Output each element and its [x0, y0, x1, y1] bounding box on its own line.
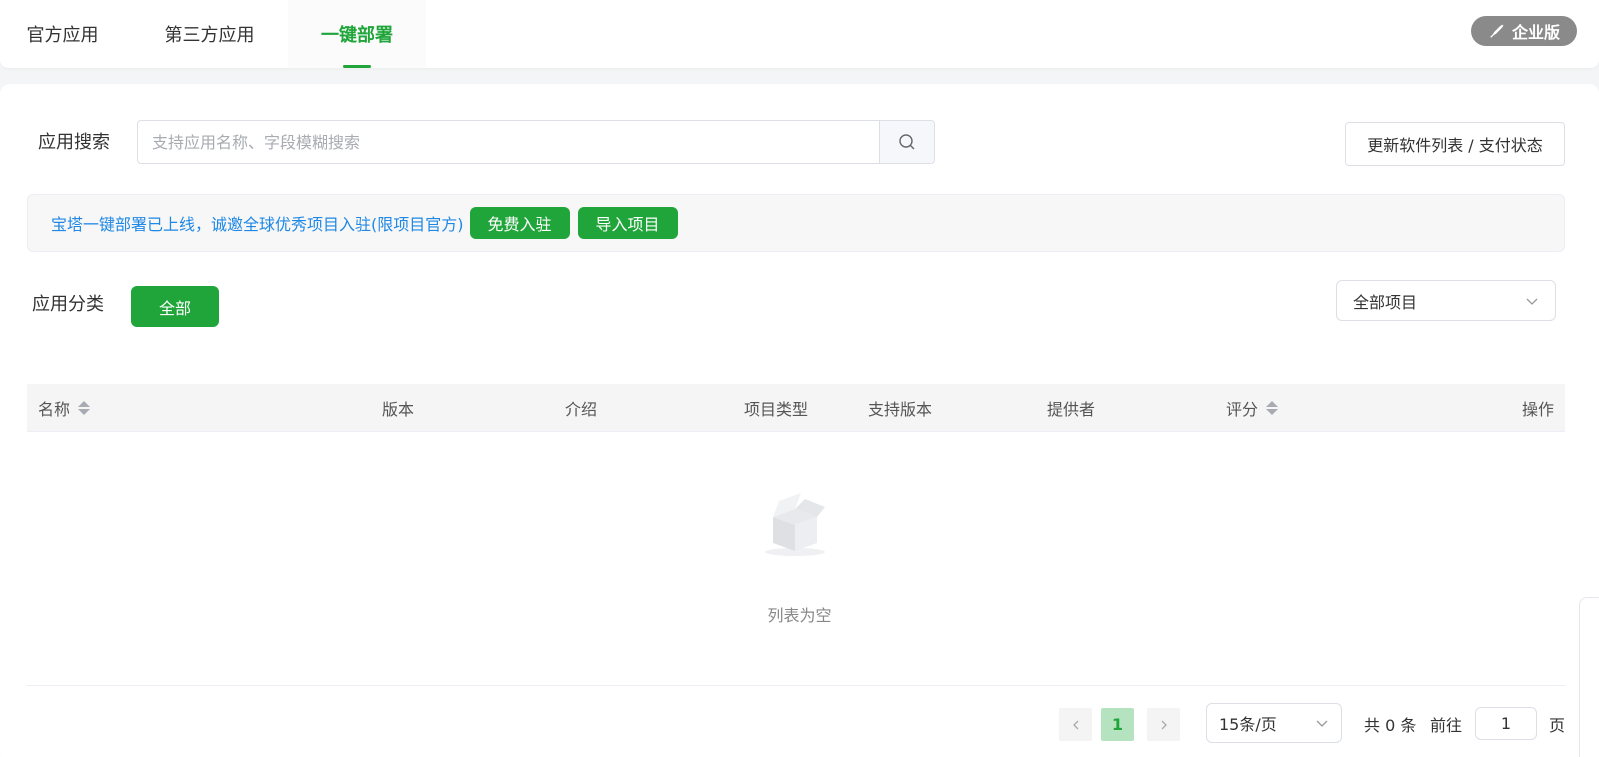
category-all-button[interactable]: 全部	[131, 286, 219, 327]
enterprise-badge[interactable]: 企业版	[1471, 16, 1577, 46]
notice-text: 宝塔一键部署已上线，诚邀全球优秀项目入驻(限项目官方)	[51, 215, 464, 234]
column-label: 名称	[38, 400, 71, 419]
column-label: 支持版本	[868, 400, 933, 419]
page-size-value: 15条/页	[1219, 715, 1277, 734]
page-size-select[interactable]: 15条/页	[1206, 703, 1342, 743]
chevron-left-icon	[1072, 720, 1078, 729]
sort-icon	[1266, 401, 1279, 415]
chevron-right-icon	[1161, 720, 1167, 729]
top-tab-bar: 官方应用 第三方应用 一键部署 企业版	[0, 0, 1599, 68]
rocket-icon	[1490, 24, 1504, 38]
column-supported-version: 支持版本	[868, 384, 932, 432]
search-label: 应用搜索	[38, 132, 110, 153]
update-software-list-button[interactable]: 更新软件列表 / 支付状态	[1345, 122, 1565, 166]
empty-box-icon	[765, 493, 825, 556]
chevron-down-icon	[1316, 720, 1328, 727]
next-page-button[interactable]	[1147, 708, 1180, 741]
search-button[interactable]	[879, 121, 934, 163]
main-card: 应用搜索 更新软件列表 / 支付状态 宝塔一键部署已上线，诚邀全球优秀项目入驻(…	[0, 84, 1599, 757]
column-label: 评分	[1226, 400, 1259, 419]
search-icon	[899, 134, 915, 150]
column-rating[interactable]: 评分	[1226, 384, 1279, 432]
column-version: 版本	[382, 384, 414, 432]
column-project-type: 项目类型	[744, 384, 808, 432]
goto-label: 前往	[1430, 716, 1463, 735]
empty-list-text: 列表为空	[767, 606, 832, 625]
prev-page-button[interactable]	[1059, 708, 1092, 741]
column-label: 介绍	[565, 400, 598, 419]
category-label: 应用分类	[32, 294, 104, 315]
project-filter-select[interactable]: 全部项目	[1336, 280, 1556, 321]
project-filter-value: 全部项目	[1353, 292, 1418, 312]
column-label: 版本	[382, 400, 415, 419]
column-name[interactable]: 名称	[38, 384, 91, 432]
tab-official-apps[interactable]: 官方应用	[0, 0, 125, 68]
import-project-button[interactable]: 导入项目	[577, 207, 678, 239]
enterprise-label: 企业版	[1511, 23, 1560, 42]
side-float-panel[interactable]	[1579, 597, 1599, 757]
free-join-button[interactable]: 免费入驻	[469, 207, 570, 239]
column-label: 操作	[1521, 400, 1554, 419]
column-label: 项目类型	[744, 400, 809, 419]
column-intro: 介绍	[565, 384, 597, 432]
search-box	[137, 120, 935, 164]
divider	[27, 685, 1565, 686]
chevron-down-icon	[1526, 298, 1538, 305]
column-label: 提供者	[1047, 400, 1096, 419]
column-actions: 操作	[1522, 384, 1554, 432]
tab-third-party-apps[interactable]: 第三方应用	[138, 0, 281, 68]
sort-icon	[78, 401, 91, 415]
deploy-notice-banner: 宝塔一键部署已上线，诚邀全球优秀项目入驻(限项目官方) 免费入驻 导入项目	[27, 194, 1565, 252]
goto-page-input[interactable]	[1475, 707, 1537, 740]
table-header: 名称 版本 介绍 项目类型 支持版本 提供者 评分 操作	[27, 384, 1565, 432]
search-input[interactable]	[138, 121, 879, 163]
tab-one-click-deploy[interactable]: 一键部署	[288, 0, 426, 68]
page-suffix: 页	[1549, 716, 1566, 735]
page-number-1[interactable]: 1	[1101, 708, 1134, 741]
total-count: 共 0 条	[1364, 716, 1417, 735]
column-provider: 提供者	[1047, 384, 1095, 432]
